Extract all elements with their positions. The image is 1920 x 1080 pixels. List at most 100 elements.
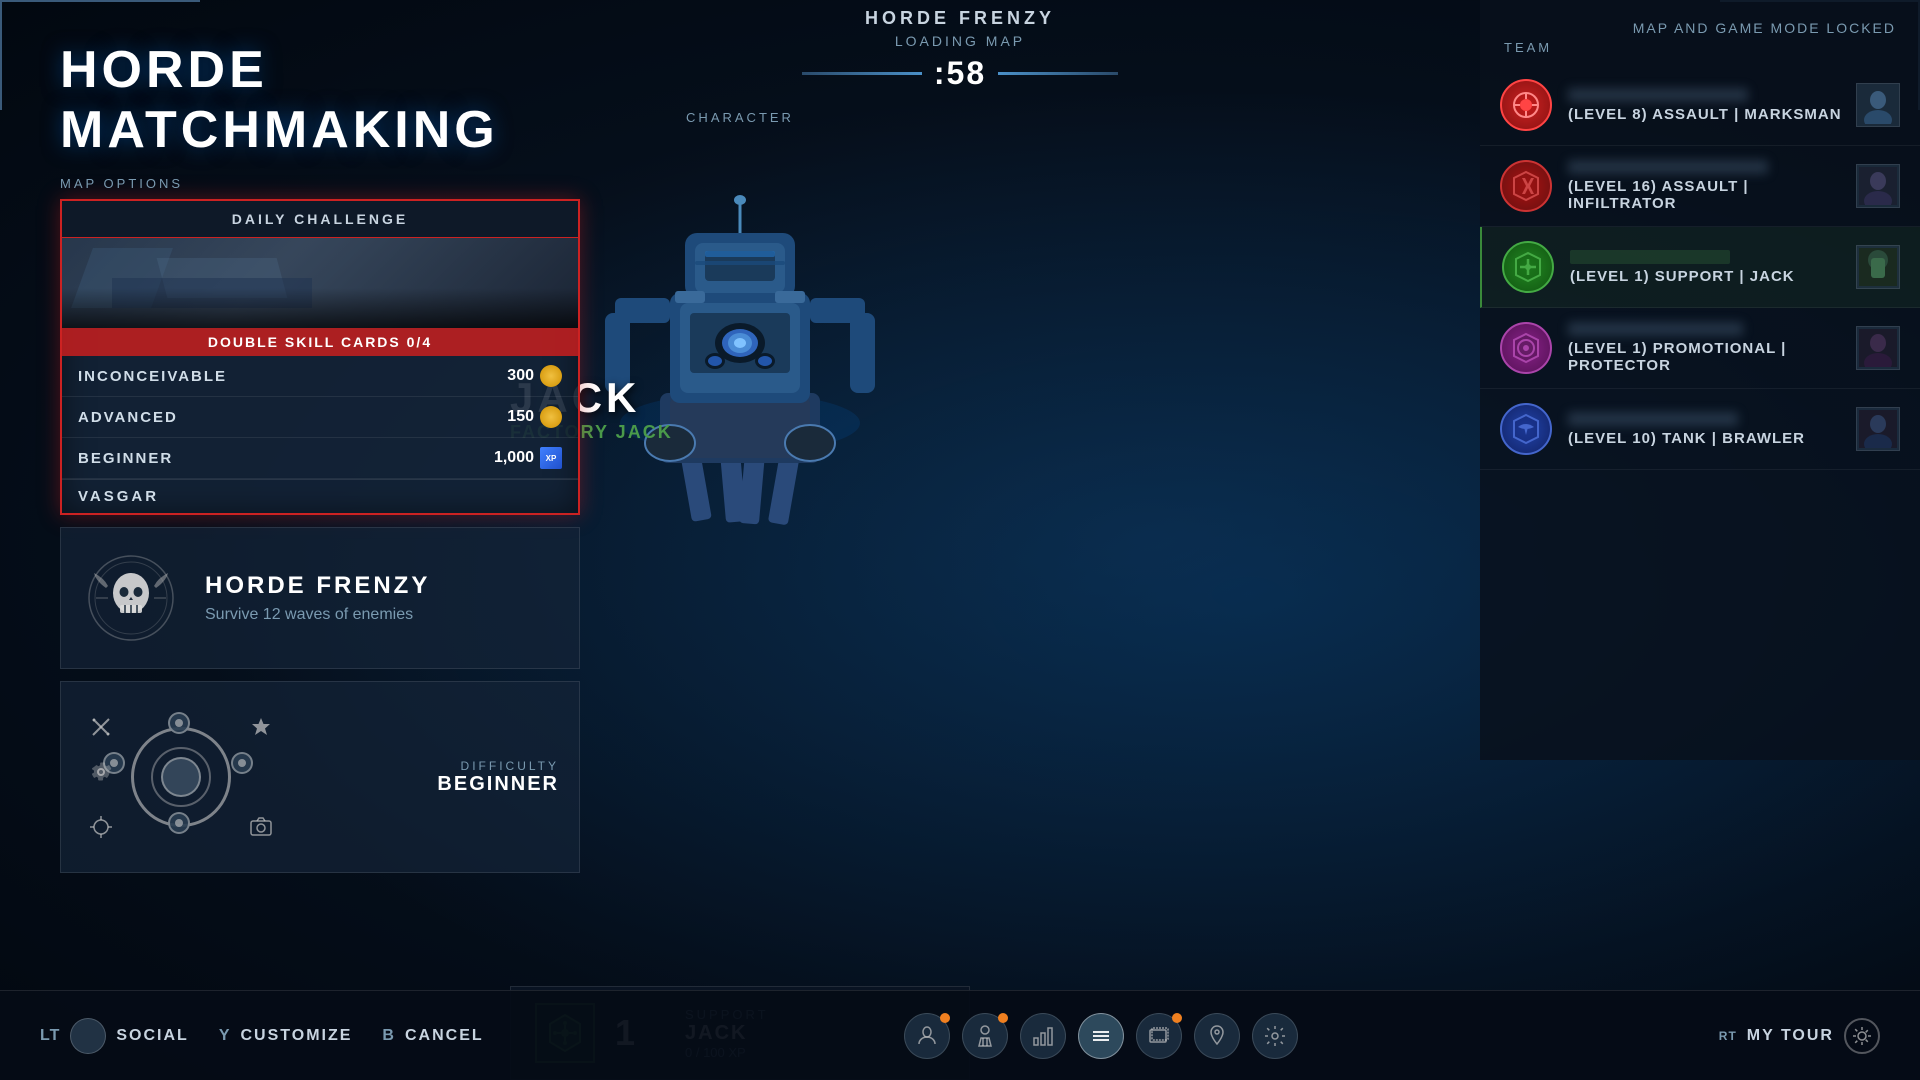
nav-icon-person[interactable] xyxy=(902,1011,952,1061)
team-badge-inner-2 xyxy=(1503,163,1549,209)
team-member-1[interactable]: (LEVEL 8) ASSAULT | MARKSMAN xyxy=(1480,65,1920,146)
team-member-4[interactable]: (LEVEL 1) PROMOTIONAL | PROTECTOR xyxy=(1480,308,1920,389)
coin-icon-2 xyxy=(540,406,562,428)
team-member-blurred-name-5 xyxy=(1568,412,1738,426)
timer-value: :58 xyxy=(934,55,986,92)
team-member-5[interactable]: (LEVEL 10) TANK | BRAWLER xyxy=(1480,389,1920,470)
team-badge-3 xyxy=(1502,241,1554,293)
timer-container: :58 xyxy=(802,55,1118,92)
team-member-class-5: (LEVEL 10) TANK | BRAWLER xyxy=(1568,430,1856,447)
team-member-avatar-3 xyxy=(1856,245,1900,289)
team-header: MAP AND GAME MODE LOCKED TEAM xyxy=(1480,0,1920,65)
bottom-bar: LT SOCIAL Y CUSTOMIZE B CANCEL xyxy=(0,990,1920,1080)
diff-value-beginner: 1,000 xyxy=(494,449,534,467)
team-member-class-2: (LEVEL 16) ASSAULT | INFILTRATOR xyxy=(1568,178,1856,212)
customize-key: Y xyxy=(219,1027,231,1045)
cancel-button[interactable]: B CANCEL xyxy=(382,1027,483,1045)
team-member-info-2: (LEVEL 16) ASSAULT | INFILTRATOR xyxy=(1568,160,1856,212)
crosshair-icon xyxy=(86,812,116,842)
diff-name-advanced: ADVANCED xyxy=(78,409,178,426)
team-member-class-4: (LEVEL 1) PROMOTIONAL | PROTECTOR xyxy=(1568,340,1856,374)
team-member-blurred-name-4 xyxy=(1568,322,1743,336)
team-member-avatar-5 xyxy=(1856,407,1900,451)
nav-icon-stats[interactable] xyxy=(1018,1011,1068,1061)
team-member-info-4: (LEVEL 1) PROMOTIONAL | PROTECTOR xyxy=(1568,322,1856,374)
nav-icon-character-circle xyxy=(962,1013,1008,1059)
difficulty-advanced[interactable]: ADVANCED 150 xyxy=(62,397,578,438)
customize-label: CUSTOMIZE xyxy=(240,1027,352,1045)
social-label: SOCIAL xyxy=(116,1027,188,1045)
team-member-info-1: (LEVEL 8) ASSAULT | MARKSMAN xyxy=(1568,88,1856,123)
team-badge-5 xyxy=(1500,403,1552,455)
nav-icon-map-circle xyxy=(1194,1013,1240,1059)
difficulty-value: BEGINNER xyxy=(437,773,559,796)
map-mode-locked-label: MAP AND GAME MODE LOCKED xyxy=(1504,20,1896,36)
daily-challenge-label: DAILY CHALLENGE xyxy=(78,211,562,227)
wheel-dot-top xyxy=(168,712,190,734)
nav-icon-menu[interactable] xyxy=(1076,1011,1126,1061)
difficulty-label: DIFFICULTY xyxy=(437,759,559,773)
wheel-dot-right xyxy=(231,752,253,774)
difficulty-card: DIFFICULTY BEGINNER xyxy=(60,681,580,873)
team-member-3[interactable]: (LEVEL 1) SUPPORT | JACK xyxy=(1480,227,1920,308)
horde-frenzy-title: HORDE FRENZY xyxy=(205,572,559,600)
diff-reward-inconceivable: 300 xyxy=(507,365,562,387)
customize-button[interactable]: Y CUSTOMIZE xyxy=(219,1027,353,1045)
team-member-class-3: (LEVEL 1) SUPPORT | JACK xyxy=(1570,268,1856,285)
nav-icon-cards-circle xyxy=(1136,1013,1182,1059)
team-badge-4 xyxy=(1500,322,1552,374)
nav-icon-person-circle xyxy=(904,1013,950,1059)
team-member-class-1: (LEVEL 8) ASSAULT | MARKSMAN xyxy=(1568,106,1856,123)
my-tour-gear-icon xyxy=(1844,1018,1880,1054)
nav-icon-settings[interactable] xyxy=(1250,1011,1300,1061)
team-badge-inner-4 xyxy=(1503,325,1549,371)
social-key: LT xyxy=(40,1027,60,1045)
nav-icon-map[interactable] xyxy=(1192,1011,1242,1061)
page-title: HORDE MATCHMAKING xyxy=(60,40,580,160)
bottom-right: RT MY TOUR xyxy=(1719,1018,1880,1054)
right-panel: MAP AND GAME MODE LOCKED TEAM (LEVEL 8) … xyxy=(1480,0,1920,760)
game-mode-title: HORDE FRENZY xyxy=(865,8,1055,29)
loading-label: LOADING MAP xyxy=(895,33,1025,49)
my-tour-label: MY TOUR xyxy=(1747,1027,1834,1045)
nav-icon-menu-circle xyxy=(1078,1013,1124,1059)
bottom-left-buttons: LT SOCIAL Y CUSTOMIZE B CANCEL xyxy=(40,1018,484,1054)
map-options-card[interactable]: DAILY CHALLENGE DOUBLE SKILL CARDS 0/4 I… xyxy=(60,199,580,515)
map-options-label: MAP OPTIONS xyxy=(60,176,580,191)
coin-icon-1 xyxy=(540,365,562,387)
diff-value-inconceivable: 300 xyxy=(507,367,534,385)
camera-icon xyxy=(246,812,276,842)
star-icon xyxy=(246,712,276,742)
diff-name-inconceivable: INCONCEIVABLE xyxy=(78,368,227,385)
nav-icon-stats-circle xyxy=(1020,1013,1066,1059)
difficulty-beginner[interactable]: BEGINNER 1,000 XP xyxy=(62,438,578,479)
nav-dot-1 xyxy=(940,1013,950,1023)
horde-frenzy-desc: Survive 12 waves of enemies xyxy=(205,606,559,624)
diff-name-beginner: BEGINNER xyxy=(78,450,173,467)
xp-icon-beginner: XP xyxy=(540,447,562,469)
wheel-dot-bottom xyxy=(168,812,190,834)
team-member-info-3: (LEVEL 1) SUPPORT | JACK xyxy=(1570,250,1856,285)
team-member-avatar-4 xyxy=(1856,326,1900,370)
nav-icon-cards[interactable] xyxy=(1134,1011,1184,1061)
my-tour-button[interactable]: RT MY TOUR xyxy=(1719,1018,1880,1054)
map-art-shape-3 xyxy=(112,278,312,308)
double-skill-banner: DOUBLE SKILL CARDS 0/4 xyxy=(62,328,578,356)
difficulty-info: DIFFICULTY BEGINNER xyxy=(437,759,559,796)
nav-icon-character[interactable] xyxy=(960,1011,1010,1061)
map-art xyxy=(62,238,578,328)
left-panel: HORDE MATCHMAKING MAP OPTIONS DAILY CHAL… xyxy=(60,40,580,873)
my-tour-key: RT xyxy=(1719,1029,1737,1043)
map-thumbnail xyxy=(62,238,578,328)
nav-dot-2 xyxy=(998,1013,1008,1023)
team-member-info-5: (LEVEL 10) TANK | BRAWLER xyxy=(1568,412,1856,447)
cancel-label: CANCEL xyxy=(405,1027,484,1045)
nav-icon-settings-circle xyxy=(1252,1013,1298,1059)
difficulty-inconceivable[interactable]: INCONCEIVABLE 300 xyxy=(62,356,578,397)
team-member-2[interactable]: (LEVEL 16) ASSAULT | INFILTRATOR xyxy=(1480,146,1920,227)
difficulty-wheel[interactable] xyxy=(81,702,281,852)
diff-reward-advanced: 150 xyxy=(507,406,562,428)
timer-line-left xyxy=(802,72,922,75)
cancel-key: B xyxy=(382,1027,395,1045)
social-button[interactable]: LT SOCIAL xyxy=(40,1018,189,1054)
